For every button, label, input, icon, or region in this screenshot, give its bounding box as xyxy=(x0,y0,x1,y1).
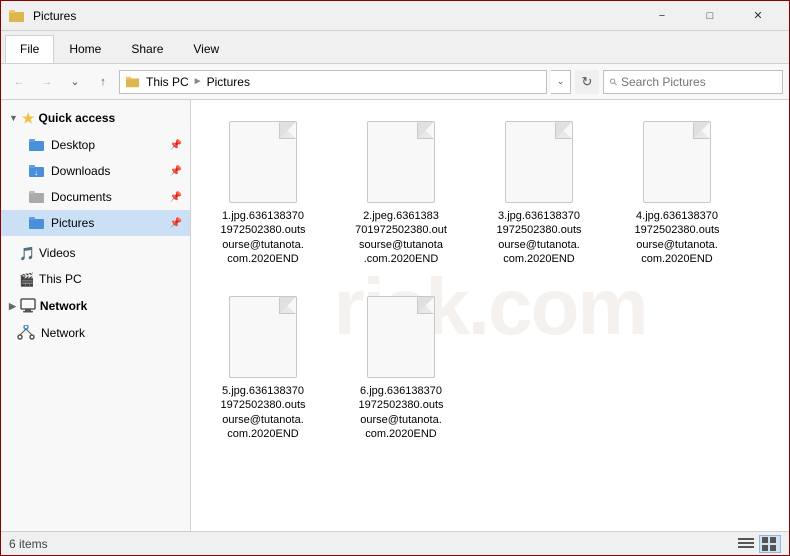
search-input[interactable] xyxy=(621,75,776,89)
file-icon-1 xyxy=(223,117,303,207)
sidebar-item-network[interactable]: Network xyxy=(1,320,190,346)
list-view-button[interactable] xyxy=(735,535,757,553)
refresh-button[interactable]: ↻ xyxy=(575,70,599,94)
sidebar-item-downloads[interactable]: ↓ Downloads 📌 xyxy=(1,158,190,184)
file-icon-3 xyxy=(499,117,579,207)
ribbon: File Home Share View xyxy=(1,31,789,64)
forward-button[interactable]: → xyxy=(35,70,59,94)
path-pictures[interactable]: Pictures xyxy=(205,75,252,89)
file-name-6: 6.jpg.6361383701972502380.outsourse@tuta… xyxy=(358,384,443,441)
quick-access-section: ▼ ★ Quick access Desktop 📌 xyxy=(1,104,190,236)
quick-access-header[interactable]: ▼ ★ Quick access xyxy=(1,104,190,132)
file-area: risk.com 1.jpg.6361383701972502380.outso… xyxy=(191,100,789,531)
back-button[interactable]: ← xyxy=(7,70,31,94)
recent-button[interactable]: ⌄ xyxy=(63,70,87,94)
search-icon xyxy=(610,76,617,88)
svg-text:🎬: 🎬 xyxy=(19,272,33,287)
title-bar: Pictures − □ ✕ xyxy=(1,1,789,31)
music-label: Videos xyxy=(39,246,182,260)
address-path[interactable]: This PC ► Pictures xyxy=(119,70,547,94)
pin-icon-dl: 📌 xyxy=(170,166,182,177)
search-box xyxy=(603,70,783,94)
svg-text:↓: ↓ xyxy=(34,168,38,177)
sidebar-item-desktop[interactable]: Desktop 📌 xyxy=(1,132,190,158)
file-icon-2 xyxy=(361,117,441,207)
sidebar-item-pictures[interactable]: Pictures 📌 xyxy=(1,210,190,236)
maximize-button[interactable]: □ xyxy=(687,1,733,31)
path-this-pc[interactable]: This PC xyxy=(144,75,191,89)
file-name-2: 2.jpeg.6361383701972502380.outsourse@tut… xyxy=(355,209,447,266)
status-bar: 6 items xyxy=(1,531,789,555)
file-item-5[interactable]: 5.jpg.6361383701972502380.outsourse@tuta… xyxy=(203,287,323,446)
window-title: Pictures xyxy=(33,9,639,23)
sidebar-item-this-pc[interactable]: ▶ Network xyxy=(1,292,190,320)
pictures-label: Pictures xyxy=(51,216,164,230)
sidebar-item-videos[interactable]: 🎬 This PC xyxy=(1,266,190,292)
sidebar: ▼ ★ Quick access Desktop 📌 xyxy=(1,100,191,531)
file-item-2[interactable]: 2.jpeg.6361383701972502380.outsourse@tut… xyxy=(341,112,461,271)
desktop-folder-icon xyxy=(29,137,45,153)
status-count: 6 items xyxy=(9,537,48,551)
videos-icon: 🎬 xyxy=(17,271,33,287)
file-name-5: 5.jpg.6361383701972502380.outsourse@tuta… xyxy=(220,384,305,441)
tab-view[interactable]: View xyxy=(178,35,234,63)
pin-icon: 📌 xyxy=(170,140,182,151)
path-dropdown[interactable]: ⌄ xyxy=(551,70,571,94)
pictures-folder-icon xyxy=(29,215,45,231)
tab-share[interactable]: Share xyxy=(116,35,178,63)
ribbon-tabs: File Home Share View xyxy=(1,31,789,63)
documents-label: Documents xyxy=(51,190,164,204)
network-icon xyxy=(17,325,35,341)
address-bar: ← → ⌄ ↑ This PC ► Pictures ⌄ ↻ xyxy=(1,64,789,100)
downloads-label: Downloads xyxy=(51,164,164,178)
file-item-4[interactable]: 4.jpg.6361383701972502380.outsourse@tuta… xyxy=(617,112,737,271)
sidebar-item-music[interactable]: 🎵 Videos xyxy=(1,240,190,266)
network-label: Network xyxy=(41,326,182,340)
minimize-button[interactable]: − xyxy=(639,1,685,31)
documents-folder-icon xyxy=(29,189,45,205)
file-name-1: 1.jpg.6361383701972502380.outsourse@tuta… xyxy=(220,209,305,266)
files-grid: 1.jpg.6361383701972502380.outsourse@tuta… xyxy=(203,112,777,446)
window-controls: − □ ✕ xyxy=(639,1,781,31)
pin-icon-pic: 📌 xyxy=(170,218,182,229)
tab-file[interactable]: File xyxy=(5,35,54,63)
window-icon xyxy=(9,8,25,24)
file-name-3: 3.jpg.6361383701972502380.outsourse@tuta… xyxy=(496,209,581,266)
view-buttons xyxy=(735,535,781,553)
close-button[interactable]: ✕ xyxy=(735,1,781,31)
videos-label: This PC xyxy=(39,272,182,286)
quick-access-label: Quick access xyxy=(38,111,115,125)
file-item-1[interactable]: 1.jpg.6361383701972502380.outsourse@tuta… xyxy=(203,112,323,271)
file-icon-5 xyxy=(223,292,303,382)
file-item-3[interactable]: 3.jpg.6361383701972502380.outsourse@tuta… xyxy=(479,112,599,271)
downloads-folder-icon: ↓ xyxy=(29,163,45,179)
this-pc-label: Network xyxy=(40,299,87,313)
file-icon-6 xyxy=(361,292,441,382)
pin-icon-doc: 📌 xyxy=(170,192,182,203)
main-content: ▼ ★ Quick access Desktop 📌 xyxy=(1,100,789,531)
tab-home[interactable]: Home xyxy=(54,35,116,63)
music-icon: 🎵 xyxy=(17,245,33,261)
grid-view-button[interactable] xyxy=(759,535,781,553)
file-item-6[interactable]: 6.jpg.6361383701972502380.outsourse@tuta… xyxy=(341,287,461,446)
file-icon-4 xyxy=(637,117,717,207)
desktop-label: Desktop xyxy=(51,138,164,152)
file-name-4: 4.jpg.6361383701972502380.outsourse@tuta… xyxy=(634,209,719,266)
this-pc-icon xyxy=(20,298,36,314)
svg-text:🎵: 🎵 xyxy=(19,246,33,261)
sidebar-item-documents[interactable]: Documents 📌 xyxy=(1,184,190,210)
up-button[interactable]: ↑ xyxy=(91,70,115,94)
explorer-window: Pictures − □ ✕ File Home Share View ← → … xyxy=(0,0,790,556)
